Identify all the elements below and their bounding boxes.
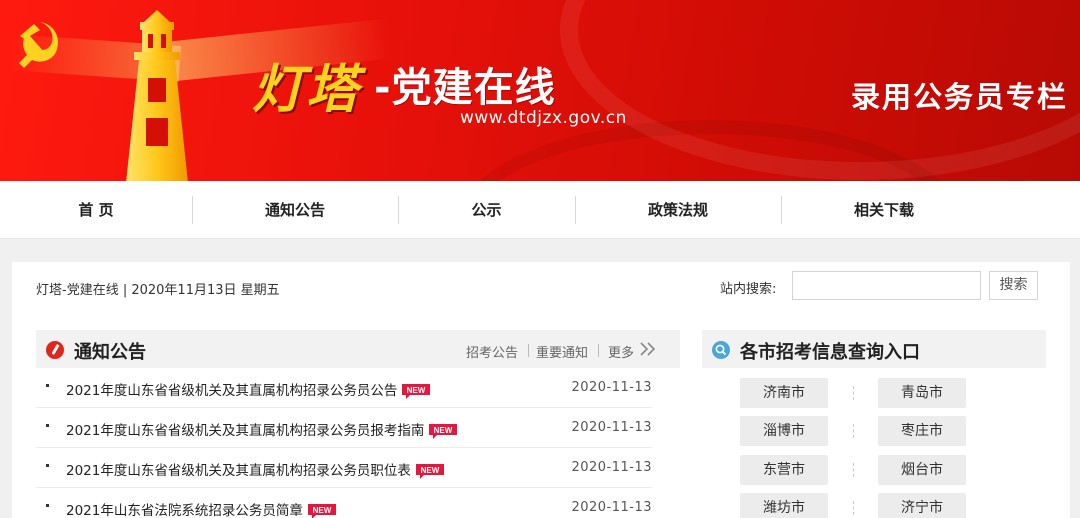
city-divider <box>853 463 854 477</box>
city-divider <box>853 386 854 400</box>
new-badge-icon: NEW <box>429 423 458 439</box>
link-important-notices[interactable]: 重要通知 <box>536 342 588 361</box>
notices-header: 通知公告 招考公告 重要通知 更多 <box>36 330 680 368</box>
bullet-icon <box>46 504 49 507</box>
notices-panel: 通知公告 招考公告 重要通知 更多 2021年度山东省省级机关及其直属机构招录公… <box>36 330 680 518</box>
city-button-yantai[interactable]: 烟台市 <box>878 455 966 485</box>
new-badge-text: NEW <box>407 386 426 395</box>
notice-row-date: 2020-11-13 <box>571 380 652 395</box>
site-title: 灯塔 -党建在线 <box>252 52 556 120</box>
city-button-weifang[interactable]: 潍坊市 <box>740 493 828 518</box>
search-label: 站内搜索: <box>720 282 777 297</box>
search-button[interactable]: 搜索 <box>989 271 1038 300</box>
city-button-jining[interactable]: 济宁市 <box>878 493 966 518</box>
city-button-jinan[interactable]: 济南市 <box>740 378 828 408</box>
date-line: 灯塔-党建在线 | 2020年11月13日 星期五 <box>36 283 280 298</box>
header-banner: 灯塔 -党建在线 www.dtdjzx.gov.cn 录用公务员专栏 <box>0 0 1080 181</box>
site-search-input[interactable] <box>792 271 981 300</box>
city-entry-title: 各市招考信息查询入口 <box>740 342 920 363</box>
city-entry-panel: 各市招考信息查询入口 济南市 青岛市 淄博市 枣庄市 东营市 烟台市 潍坊市 济… <box>702 330 1046 518</box>
site-title-rest: -党建在线 <box>374 65 556 111</box>
notice-row-title[interactable]: 2021年山东省法院系统招录公务员简章 NEW <box>66 499 337 518</box>
new-badge-text: NEW <box>313 506 332 515</box>
main-content: 灯塔-党建在线 | 2020年11月13日 星期五 站内搜索: 搜索 通知公告 … <box>12 262 1070 518</box>
nav-item-notices[interactable]: 通知公告 <box>192 181 398 239</box>
link-more[interactable]: 更多 <box>608 342 634 361</box>
notice-row-date: 2020-11-13 <box>571 420 652 435</box>
lighthouse-icon <box>126 10 188 181</box>
notices-title: 通知公告 <box>74 342 146 363</box>
bullet-icon <box>46 464 49 467</box>
notice-row-date: 2020-11-13 <box>571 460 652 475</box>
bullet-icon <box>46 384 49 387</box>
notice-row-title[interactable]: 2021年度山东省省级机关及其直属机构招录公务员职位表 NEW <box>66 459 445 480</box>
city-divider <box>853 501 854 515</box>
city-button-qingdao[interactable]: 青岛市 <box>878 378 966 408</box>
nav-item-downloads[interactable]: 相关下载 <box>781 181 987 239</box>
nav-item-public-notice[interactable]: 公示 <box>398 181 575 239</box>
site-url: www.dtdjzx.gov.cn <box>460 108 627 128</box>
double-chevron-right-icon[interactable] <box>639 341 657 357</box>
new-badge-text: NEW <box>421 466 440 475</box>
nav-item-policies[interactable]: 政策法规 <box>575 181 781 239</box>
new-badge-text: NEW <box>434 426 453 435</box>
new-badge-icon: NEW <box>402 383 431 399</box>
city-divider <box>853 424 854 438</box>
city-button-dongying[interactable]: 东营市 <box>740 455 828 485</box>
notice-row[interactable]: 2021年度山东省省级机关及其直属机构招录公务员公告 NEW 2020-11-13 <box>36 368 652 408</box>
notice-row-title[interactable]: 2021年度山东省省级机关及其直属机构招录公务员公告 NEW <box>66 379 431 400</box>
party-emblem-icon <box>19 22 59 68</box>
link-divider <box>598 344 599 357</box>
notice-row[interactable]: 2021年度山东省省级机关及其直属机构招录公务员报考指南 NEW 2020-11-… <box>36 408 652 448</box>
nav-item-home[interactable]: 首 页 <box>0 181 192 239</box>
site-title-main: 灯塔 <box>252 58 361 120</box>
city-button-zibo[interactable]: 淄博市 <box>740 416 828 446</box>
notice-row-date: 2020-11-13 <box>571 500 652 515</box>
city-button-zaozhuang[interactable]: 枣庄市 <box>878 416 966 446</box>
bullet-icon <box>46 424 49 427</box>
notice-row-title[interactable]: 2021年度山东省省级机关及其直属机构招录公务员报考指南 NEW <box>66 419 458 440</box>
column-title: 录用公务员专栏 <box>850 80 1068 114</box>
pen-icon <box>46 341 64 359</box>
new-badge-icon: NEW <box>307 503 336 518</box>
search-icon <box>712 341 730 359</box>
city-entry-header: 各市招考信息查询入口 <box>702 330 1046 368</box>
new-badge-icon: NEW <box>415 463 444 479</box>
notice-row[interactable]: 2021年山东省法院系统招录公务员简章 NEW 2020-11-13 <box>36 488 652 518</box>
main-nav: 首 页 通知公告 公示 政策法规 相关下载 <box>0 181 1080 239</box>
link-divider <box>528 344 529 357</box>
link-recruitment-announcements[interactable]: 招考公告 <box>466 342 518 361</box>
notice-row[interactable]: 2021年度山东省省级机关及其直属机构招录公务员职位表 NEW 2020-11-1… <box>36 448 652 488</box>
